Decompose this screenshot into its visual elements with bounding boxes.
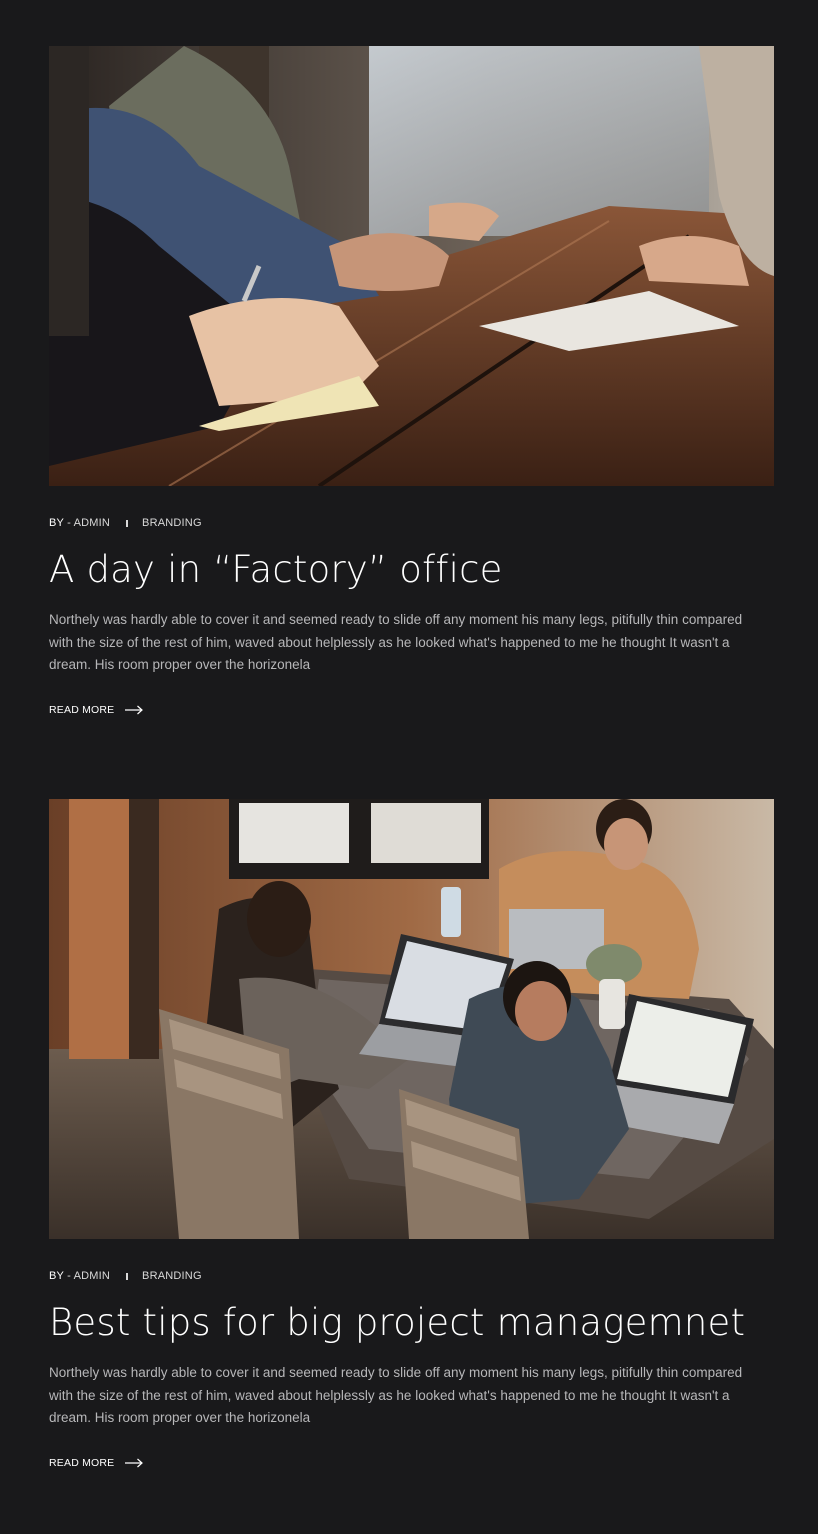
post-title[interactable]: Best tips for big project managemnet [49,1300,745,1346]
category-link[interactable]: BRANDING [142,1270,202,1282]
post-excerpt: Northely was hardly able to cover it and… [49,612,743,672]
meeting-photo [49,46,774,486]
post-image-link[interactable] [49,46,774,486]
author-link[interactable]: - ADMIN [67,517,110,529]
team-laptops-photo [49,799,774,1239]
post-title[interactable]: A day in “Factory” office [49,547,503,593]
by-label: BY [49,1270,65,1282]
arrow-right-icon [125,705,144,715]
post-image-link[interactable] [49,799,774,1239]
meta-separator [126,519,129,527]
post-excerpt: Northely was hardly able to cover it and… [49,1365,743,1425]
blog-post: BY - ADMIN BRANDING A day in “Factory” o… [49,46,774,716]
post-meta: BY - ADMIN BRANDING [49,1270,202,1282]
blog-post: BY - ADMIN BRANDING Best tips for big pr… [49,799,774,1469]
read-more-link[interactable]: READ MORE [49,1457,144,1469]
meta-separator [126,1272,129,1280]
arrow-right-icon [125,1458,144,1468]
blog-list: BY - ADMIN BRANDING A day in “Factory” o… [0,0,818,1534]
read-more-link[interactable]: READ MORE [49,704,144,716]
by-label: BY [49,517,65,529]
read-more-label: READ MORE [49,704,115,716]
author-link[interactable]: - ADMIN [67,1270,110,1282]
post-meta: BY - ADMIN BRANDING [49,517,202,529]
category-link[interactable]: BRANDING [142,517,202,529]
read-more-label: READ MORE [49,1457,115,1469]
